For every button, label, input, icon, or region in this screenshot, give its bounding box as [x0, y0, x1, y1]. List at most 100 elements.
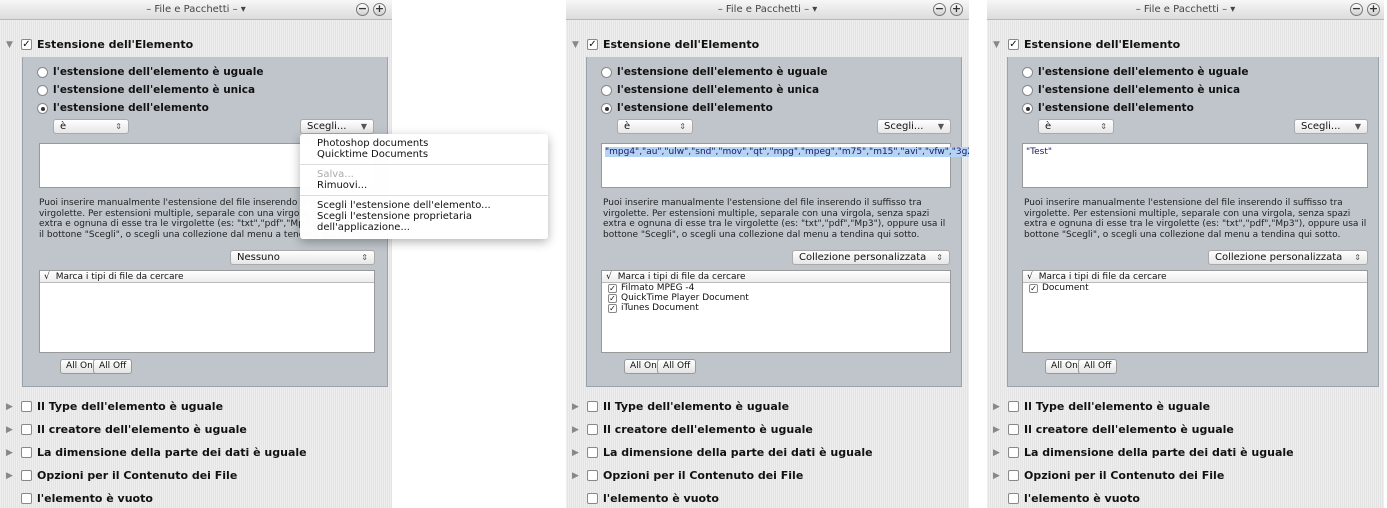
disclosure-closed-icon[interactable]: ▶ — [993, 471, 1003, 481]
disclosure-closed-icon[interactable]: ▶ — [6, 425, 16, 435]
all-off-button[interactable]: All Off — [657, 359, 697, 374]
file-type-list[interactable]: √ Marca i tipi di file da cercare ✓ Docume… — [1022, 270, 1368, 353]
option-checkbox[interactable] — [587, 493, 598, 504]
radio-button-icon[interactable] — [37, 66, 48, 78]
remove-panel-button[interactable]: − — [356, 3, 369, 16]
operator-popup[interactable]: è ⇕ — [53, 119, 129, 134]
option-creator[interactable]: ▶ Il creatore dell'elemento è uguale — [6, 423, 247, 436]
radio-unique[interactable]: l'estensione dell'elemento è unica — [601, 84, 819, 96]
collection-popup[interactable]: Nessuno ⇕ — [230, 250, 375, 265]
all-off-button[interactable]: All Off — [1078, 359, 1118, 374]
item-checkbox[interactable]: ✓ — [608, 293, 617, 303]
choose-popup[interactable]: Scegli... ▼ — [300, 119, 374, 134]
option-checkbox[interactable] — [21, 470, 32, 481]
disclosure-open-icon[interactable]: ▼ — [572, 40, 582, 50]
menu-item-remove[interactable]: Rimuovi... — [300, 180, 548, 191]
option-checkbox[interactable] — [587, 424, 598, 435]
operator-popup[interactable]: è ⇕ — [1038, 119, 1114, 134]
remove-panel-button[interactable]: − — [1350, 3, 1363, 16]
radio-selected-icon[interactable] — [1022, 102, 1033, 114]
radio-selected-icon[interactable] — [601, 102, 612, 114]
menu-item-photoshop[interactable]: Photoshop documents — [300, 138, 548, 149]
option-data-size[interactable]: ▶ La dimensione della parte dei dati è ug… — [6, 446, 307, 459]
all-off-button[interactable]: All Off — [93, 359, 133, 374]
add-panel-button[interactable]: + — [373, 3, 386, 16]
list-item[interactable]: ✓ Filmato MPEG -4 — [602, 283, 950, 293]
extension-checkbox[interactable]: ✓ — [21, 39, 32, 50]
choose-popup[interactable]: Scegli... ▼ — [877, 119, 951, 134]
operator-popup[interactable]: è ⇕ — [617, 119, 693, 134]
disclosure-closed-icon[interactable]: ▶ — [572, 402, 582, 412]
collection-popup[interactable]: Collezione personalizzata ⇕ — [792, 250, 950, 265]
extension-checkbox[interactable]: ✓ — [587, 39, 598, 50]
option-checkbox[interactable] — [21, 447, 32, 458]
option-creator[interactable]: ▶ Il creatore dell'elemento è uguale — [993, 423, 1234, 436]
option-type[interactable]: ▶ Il Type dell'elemento è uguale — [993, 400, 1210, 413]
radio-selected-icon[interactable] — [37, 102, 48, 114]
remove-panel-button[interactable]: − — [933, 3, 946, 16]
option-content[interactable]: ▶ Opzioni per il Contenuto dei File — [6, 469, 237, 482]
extension-textarea[interactable]: "mpg4","au","ulw","snd","mov","qt","mpg"… — [601, 143, 969, 188]
disclosure-closed-icon[interactable]: ▶ — [572, 425, 582, 435]
option-checkbox[interactable] — [587, 401, 598, 412]
option-data-size[interactable]: ▶ La dimensione della parte dei dati è ug… — [993, 446, 1294, 459]
disclosure-closed-icon[interactable]: ▶ — [993, 425, 1003, 435]
radio-equal[interactable]: l'estensione dell'elemento è uguale — [37, 66, 263, 78]
option-checkbox[interactable] — [1008, 470, 1019, 481]
menu-item-choose-extension[interactable]: Scegli l'estensione dell'elemento... — [300, 200, 548, 211]
menu-item-quicktime[interactable]: Quicktime Documents — [300, 149, 548, 160]
option-checkbox[interactable] — [587, 447, 598, 458]
collection-popup[interactable]: Collezione personalizzata ⇕ — [1208, 250, 1368, 265]
radio-button-icon[interactable] — [601, 84, 612, 96]
panel-title[interactable]: – File e Pacchetti – ▾ — [987, 4, 1384, 15]
list-item[interactable]: ✓ QuickTime Player Document — [602, 293, 950, 303]
extension-textarea[interactable]: "Test" — [1022, 143, 1368, 188]
option-checkbox[interactable] — [21, 401, 32, 412]
radio-button-icon[interactable] — [601, 66, 612, 78]
disclosure-closed-icon[interactable]: ▶ — [993, 448, 1003, 458]
radio-button-icon[interactable] — [37, 84, 48, 96]
option-checkbox[interactable] — [1008, 424, 1019, 435]
radio-button-icon[interactable] — [1022, 66, 1033, 78]
choose-popup[interactable]: Scegli... ▼ — [1294, 119, 1368, 134]
radio-equal[interactable]: l'estensione dell'elemento è uguale — [1022, 66, 1248, 78]
radio-extension[interactable]: l'estensione dell'elemento — [37, 102, 209, 114]
option-content[interactable]: ▶ Opzioni per il Contenuto dei File — [572, 469, 803, 482]
option-type[interactable]: ▶ Il Type dell'elemento è uguale — [6, 400, 223, 413]
radio-extension[interactable]: l'estensione dell'elemento — [1022, 102, 1194, 114]
radio-extension[interactable]: l'estensione dell'elemento — [601, 102, 773, 114]
disclosure-closed-icon[interactable]: ▶ — [572, 448, 582, 458]
item-checkbox[interactable]: ✓ — [608, 303, 617, 313]
radio-unique[interactable]: l'estensione dell'elemento è unica — [37, 84, 255, 96]
option-checkbox[interactable] — [21, 424, 32, 435]
option-content[interactable]: ▶ Opzioni per il Contenuto dei File — [993, 469, 1224, 482]
option-type[interactable]: ▶ Il Type dell'elemento è uguale — [572, 400, 789, 413]
file-type-list[interactable]: √ Marca i tipi di file da cercare ✓ Filmat… — [601, 270, 951, 353]
disclosure-closed-icon[interactable]: ▶ — [572, 471, 582, 481]
disclosure-open-icon[interactable]: ▼ — [6, 40, 16, 50]
list-item[interactable]: ✓ iTunes Document — [602, 303, 950, 313]
disclosure-closed-icon[interactable]: ▶ — [993, 402, 1003, 412]
radio-button-icon[interactable] — [1022, 84, 1033, 96]
disclosure-open-icon[interactable]: ▼ — [993, 40, 1003, 50]
option-checkbox[interactable] — [21, 493, 32, 504]
option-empty[interactable]: l'elemento è vuoto — [993, 492, 1140, 505]
option-checkbox[interactable] — [1008, 493, 1019, 504]
list-item[interactable]: ✓ Document — [1023, 283, 1367, 293]
panel-title[interactable]: – File e Pacchetti – ▾ — [566, 4, 969, 15]
radio-unique[interactable]: l'estensione dell'elemento è unica — [1022, 84, 1240, 96]
option-empty[interactable]: l'elemento è vuoto — [572, 492, 719, 505]
option-creator[interactable]: ▶ Il creatore dell'elemento è uguale — [572, 423, 813, 436]
add-panel-button[interactable]: + — [1367, 3, 1380, 16]
option-data-size[interactable]: ▶ La dimensione della parte dei dati è ug… — [572, 446, 873, 459]
option-checkbox[interactable] — [587, 470, 598, 481]
panel-title[interactable]: – File e Pacchetti – ▾ — [0, 4, 392, 15]
selected-text[interactable]: "mpg4","au","ulw","snd","mov","qt","mpg"… — [605, 147, 969, 157]
disclosure-closed-icon[interactable]: ▶ — [6, 448, 16, 458]
radio-equal[interactable]: l'estensione dell'elemento è uguale — [601, 66, 827, 78]
add-panel-button[interactable]: + — [950, 3, 963, 16]
option-empty[interactable]: l'elemento è vuoto — [6, 492, 153, 505]
option-checkbox[interactable] — [1008, 401, 1019, 412]
extension-checkbox[interactable]: ✓ — [1008, 39, 1019, 50]
disclosure-closed-icon[interactable]: ▶ — [6, 471, 16, 481]
